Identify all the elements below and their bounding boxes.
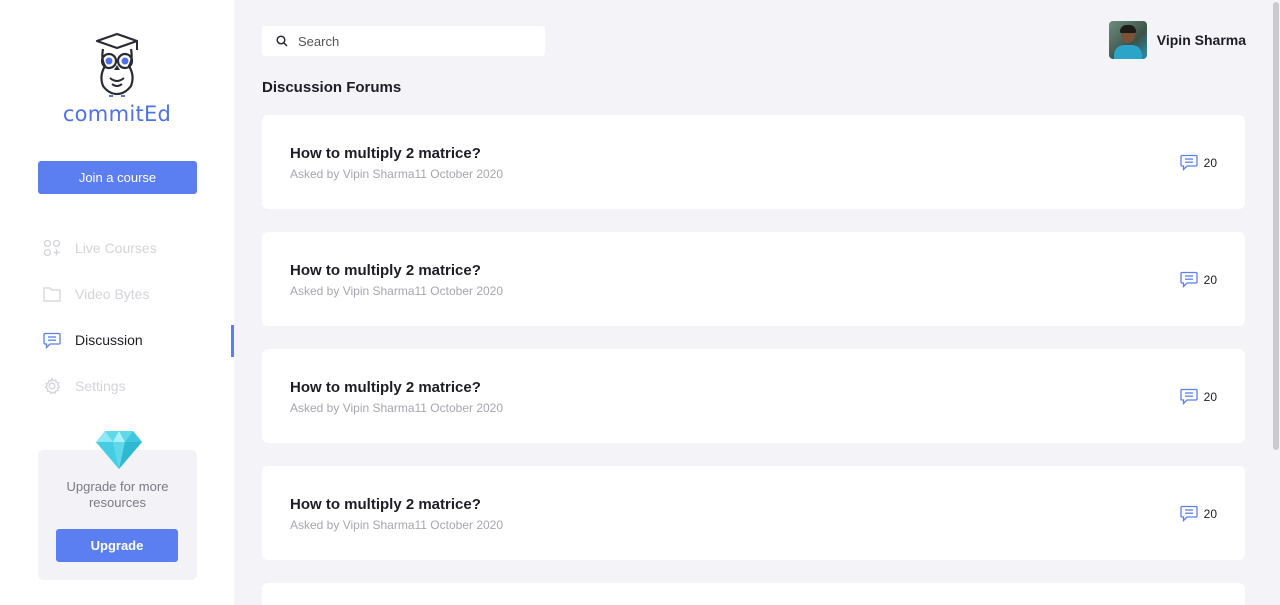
thread-meta: Asked by Vipin Sharma11 October 2020 [290, 518, 504, 532]
sidebar-item-label: Video Bytes [75, 286, 150, 302]
reply-count-value: 20 [1203, 155, 1217, 170]
comment-icon [1179, 154, 1198, 171]
comment-icon [1179, 271, 1198, 288]
thread-card-partial[interactable] [262, 583, 1245, 605]
chat-icon [43, 331, 61, 349]
scrollbar[interactable] [1272, 0, 1280, 605]
sidebar-item-label: Settings [75, 378, 126, 394]
thread-card[interactable]: How to multiply 2 matrice? Asked by Vipi… [262, 349, 1245, 443]
reply-count-value: 20 [1203, 272, 1217, 287]
thread-card[interactable]: How to multiply 2 matrice? Asked by Vipi… [262, 232, 1245, 326]
user-profile[interactable]: Vipin Sharma [1108, 21, 1246, 59]
thread-card[interactable]: How to multiply 2 matrice? Asked by Vipi… [262, 115, 1245, 209]
sidebar-item-live-courses[interactable]: Live Courses [0, 225, 234, 271]
grid-plus-icon [43, 239, 61, 257]
diamond-icon [96, 431, 142, 469]
thread-title[interactable]: How to multiply 2 matrice? [290, 145, 481, 162]
gear-icon [43, 377, 61, 395]
page-title: Discussion Forums [262, 79, 402, 96]
upgrade-button[interactable]: Upgrade [56, 529, 178, 562]
join-course-button[interactable]: Join a course [38, 161, 197, 194]
search-bar[interactable] [262, 26, 545, 56]
search-icon [276, 35, 288, 47]
reply-count[interactable]: 20 [1179, 271, 1217, 288]
upgrade-text: Upgrade for more resources [66, 479, 169, 510]
folder-icon [43, 285, 61, 303]
reply-count[interactable]: 20 [1179, 154, 1217, 171]
thread-meta: Asked by Vipin Sharma11 October 2020 [290, 401, 504, 415]
avatar[interactable] [1108, 21, 1147, 59]
sidebar-item-label: Discussion [75, 332, 143, 348]
thread-meta: Asked by Vipin Sharma11 October 2020 [290, 284, 504, 298]
thread-title[interactable]: How to multiply 2 matrice? [290, 496, 481, 513]
logo[interactable]: commitEd [0, 32, 234, 126]
sidebar-item-label: Live Courses [75, 240, 157, 256]
user-name: Vipin Sharma [1156, 32, 1246, 48]
thread-title[interactable]: How to multiply 2 matrice? [290, 262, 481, 279]
reply-count[interactable]: 20 [1179, 505, 1217, 522]
sidebar-item-settings[interactable]: Settings [0, 363, 234, 409]
active-indicator [231, 325, 234, 357]
sidebar: commitEd Join a course Live Courses Vide… [0, 0, 234, 605]
thread-title[interactable]: How to multiply 2 matrice? [290, 379, 481, 396]
thread-meta: Asked by Vipin Sharma11 October 2020 [290, 167, 504, 181]
sidebar-item-video-bytes[interactable]: Video Bytes [0, 271, 234, 317]
scrollbar-thumb[interactable] [1273, 2, 1279, 450]
reply-count-value: 20 [1203, 506, 1217, 521]
thread-card[interactable]: How to multiply 2 matrice? Asked by Vipi… [262, 466, 1245, 560]
comment-icon [1179, 388, 1198, 405]
comment-icon [1179, 505, 1198, 522]
reply-count-value: 20 [1203, 389, 1217, 404]
sidebar-item-discussion[interactable]: Discussion [0, 317, 234, 363]
brand-name: commitEd [62, 102, 172, 126]
sidebar-nav: Live Courses Video Bytes Discussion Sett… [0, 225, 234, 409]
reply-count[interactable]: 20 [1179, 388, 1217, 405]
owl-logo-icon [95, 32, 139, 97]
search-input[interactable] [298, 33, 528, 49]
